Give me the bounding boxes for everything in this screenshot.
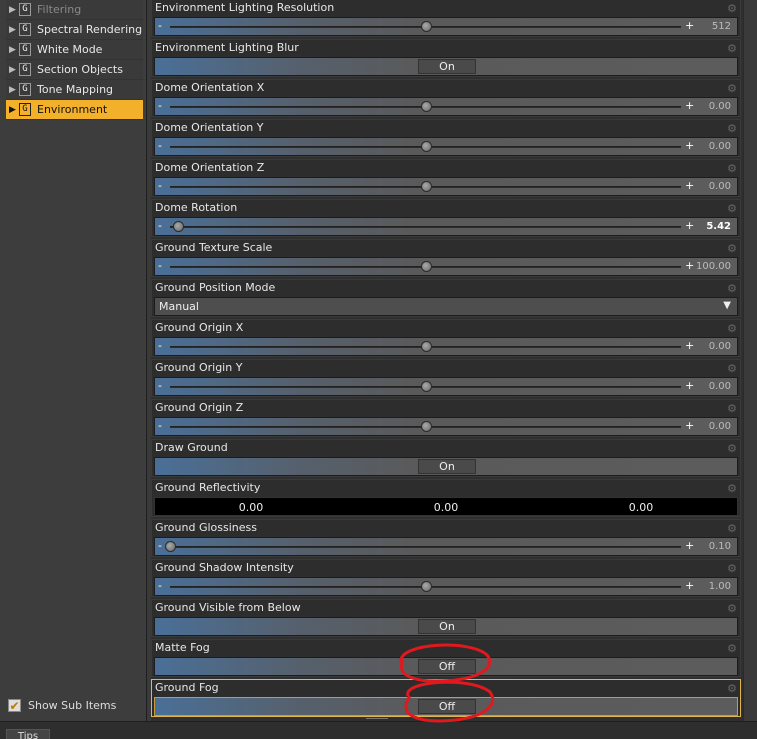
annotation-circle-ground-fog: [404, 680, 495, 723]
annotation-overlay: [399, 643, 495, 723]
annotation-circle-matte-fog: [399, 643, 492, 683]
